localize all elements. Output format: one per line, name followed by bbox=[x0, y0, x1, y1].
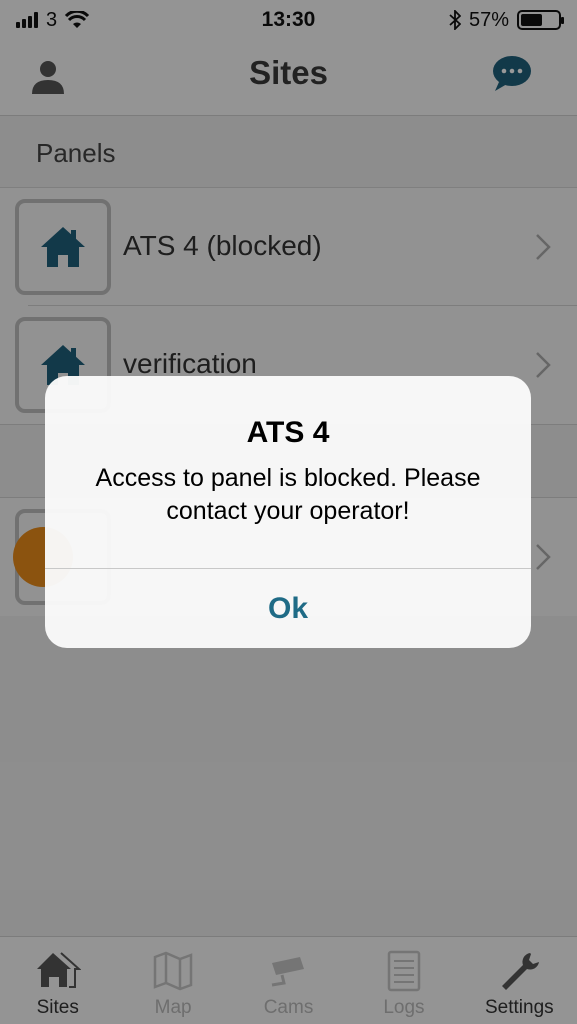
ok-button[interactable]: Ok bbox=[45, 569, 531, 648]
alert-dialog: ATS 4 Access to panel is blocked. Please… bbox=[45, 376, 531, 648]
alert-message: Access to panel is blocked. Please conta… bbox=[95, 464, 481, 525]
alert-title: ATS 4 bbox=[246, 416, 330, 449]
